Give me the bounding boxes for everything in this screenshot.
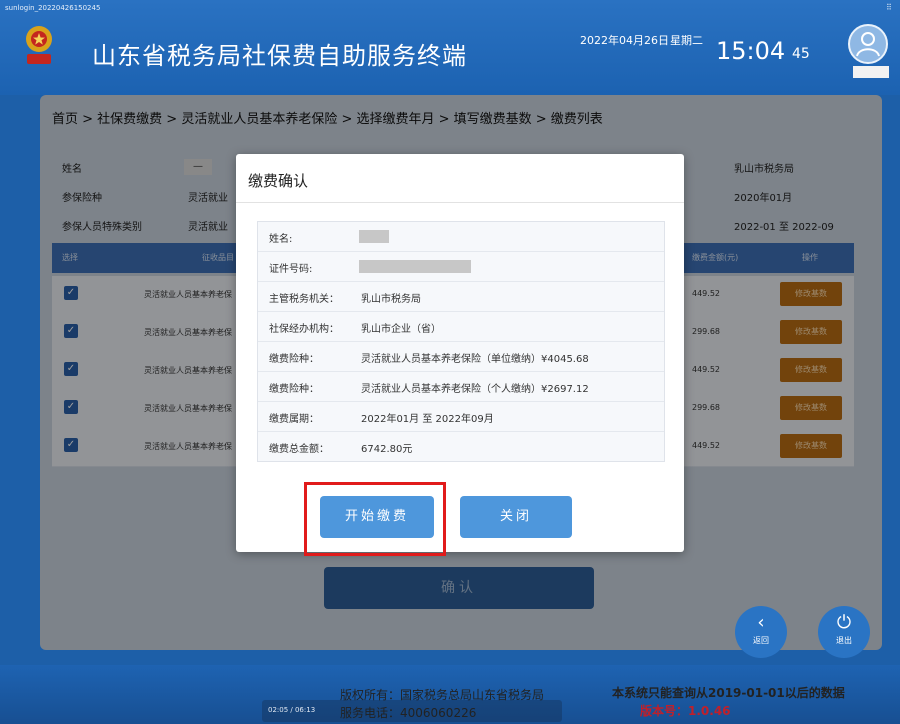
name-label: 姓名 [62,164,82,175]
detail-key: 证件号码: [269,264,313,275]
category-label: 参保人员特殊类别 [62,222,142,233]
detail-value: 2022年01月 至 2022年09月 [361,414,494,425]
col-action: 操作 [802,253,818,262]
edit-base-button[interactable]: 修改基数 [780,358,842,382]
detail-row-id: 证件号码: [258,252,664,282]
detail-value: 灵活就业人员基本养老保险（单位缴纳）¥4045.68 [361,354,589,365]
edit-base-button[interactable]: 修改基数 [780,434,842,458]
edit-base-button[interactable]: 修改基数 [780,320,842,344]
detail-row-total: 缴费总金额： 6742.80元 [258,432,664,461]
row-amount: 449.52 [692,365,720,374]
confirm-button[interactable]: 确认 [324,567,594,609]
category-value: 灵活就业 [188,222,228,233]
row-item-name: 灵活就业人员基本养老保 [144,404,232,413]
user-avatar-icon[interactable] [848,24,888,64]
checkbox-checked-icon[interactable]: ✓ [64,400,78,414]
period-value: 2022-01 至 2022-09 [734,222,834,233]
checkbox-checked-icon[interactable]: ✓ [64,324,78,338]
insurance-value: 灵活就业 [188,193,228,204]
checkbox-checked-icon[interactable]: ✓ [64,438,78,452]
row-item-name: 灵活就业人员基本养老保 [144,290,232,299]
tax-emblem-icon [26,26,52,64]
drag-handle-icon[interactable]: ⠿ [886,3,892,12]
edit-base-button[interactable]: 修改基数 [780,396,842,420]
checkbox-checked-icon[interactable]: ✓ [64,286,78,300]
session-id: sunlogin_20220426150245 [5,4,101,12]
payment-detail-table: 姓名: 证件号码: 主管税务机关： 乳山市税务局 社保经办机构： 乳山市企业（省… [257,221,665,462]
row-amount: 299.68 [692,327,720,336]
row-item-name: 灵活就业人员基本养老保 [144,328,232,337]
back-label: 返回 [753,636,769,645]
version-number: 版本号：1.0.46 [640,704,731,718]
video-time: 02:05 / 06:13 [268,706,316,714]
current-date: 2022年04月26日 [580,34,669,47]
info-row-insurance: 参保险种 [62,189,102,211]
row-amount: 449.52 [692,441,720,450]
detail-row-insurance-unit: 缴费险种： 灵活就业人员基本养老保险（单位缴纳）¥4045.68 [258,342,664,372]
detail-row-tax-office: 主管税务机关： 乳山市税务局 [258,282,664,312]
service-hotline: 服务电话：4006060226 [340,706,477,720]
checkbox-checked-icon[interactable]: ✓ [64,362,78,376]
info-row-name: 姓名 [62,160,82,182]
breadcrumb: 首页 > 社保费缴费 > 灵活就业人员基本养老保险 > 选择缴费年月 > 填写缴… [52,112,603,127]
close-dialog-button[interactable]: 关闭 [460,496,572,538]
edit-base-button[interactable]: 修改基数 [780,282,842,306]
tax-office-value: 乳山市税务局 [734,164,794,175]
detail-key: 主管税务机关： [269,294,339,305]
name-redacted [359,230,389,243]
annotation-highlight-box [304,482,446,556]
detail-value: 乳山市税务局 [361,294,421,305]
insurance-label: 参保险种 [62,193,102,204]
dialog-divider [236,202,684,203]
info-period: 2022-01 至 2022-09 [734,218,834,240]
row-item-name: 灵活就业人员基本养老保 [144,442,232,451]
detail-key: 缴费属期： [269,414,319,425]
detail-key: 社保经办机构： [269,324,339,335]
info-row-category: 参保人员特殊类别 [62,218,142,240]
info-start-month: 2020年01月 [734,189,792,211]
start-month-value: 2020年01月 [734,193,793,204]
row-item-name: 灵活就业人员基本养老保 [144,366,232,375]
dialog-title: 缴费确认 [248,172,309,190]
info-insurance-value: 灵活就业 [188,189,228,211]
id-number-redacted [359,260,471,273]
back-button[interactable]: ‹ 返回 [735,606,787,658]
row-amount: 449.52 [692,289,720,298]
name-value: — [193,161,203,172]
user-name-redacted [853,66,889,78]
copyright-text: 版权所有：国家税务总局山东省税务局 [340,688,545,702]
clock-hours-minutes: 15:04 [716,37,786,65]
app-header: sunlogin_20220426150245 山东省税务局社保费自助服务终端 … [0,0,900,95]
clock-seconds: 45 [792,46,810,62]
exit-label: 退出 [836,636,852,645]
detail-row-period: 缴费属期： 2022年01月 至 2022年09月 [258,402,664,432]
detail-value: 乳山市企业（省） [361,324,441,335]
detail-key: 缴费总金额： [269,444,329,455]
power-icon: ⏻ [836,612,852,633]
col-item: 征收品目 [202,253,234,262]
detail-value: 6742.80元 [361,444,413,455]
detail-key: 缴费险种： [269,354,319,365]
detail-row-insurance-personal: 缴费险种： 灵活就业人员基本养老保险（个人缴纳）¥2697.12 [258,372,664,402]
row-amount: 299.68 [692,403,720,412]
exit-button[interactable]: ⏻ 退出 [818,606,870,658]
detail-key: 缴费险种： [269,384,319,395]
info-tax-office: 乳山市税务局 [734,160,794,182]
detail-key: 姓名: [269,234,293,245]
chevron-left-icon: ‹ [757,612,765,633]
detail-row-name: 姓名: [258,222,664,252]
detail-row-agency: 社保经办机构： 乳山市企业（省） [258,312,664,342]
data-range-notice: 本系统只能查询从2019-01-01以后的数据 [612,686,845,700]
app-title: 山东省税务局社保费自助服务终端 [92,42,467,70]
col-select: 选择 [62,253,78,262]
payment-confirm-dialog: 缴费确认 姓名: 证件号码: 主管税务机关： 乳山市税务局 社保经办机构： 乳山… [236,154,684,556]
detail-value: 灵活就业人员基本养老保险（个人缴纳）¥2697.12 [361,384,589,395]
current-weekday: 星期二 [670,34,703,47]
info-category-value: 灵活就业 [188,218,228,240]
col-amount: 缴费金额(元) [692,253,739,262]
name-value-box: — [184,159,212,175]
